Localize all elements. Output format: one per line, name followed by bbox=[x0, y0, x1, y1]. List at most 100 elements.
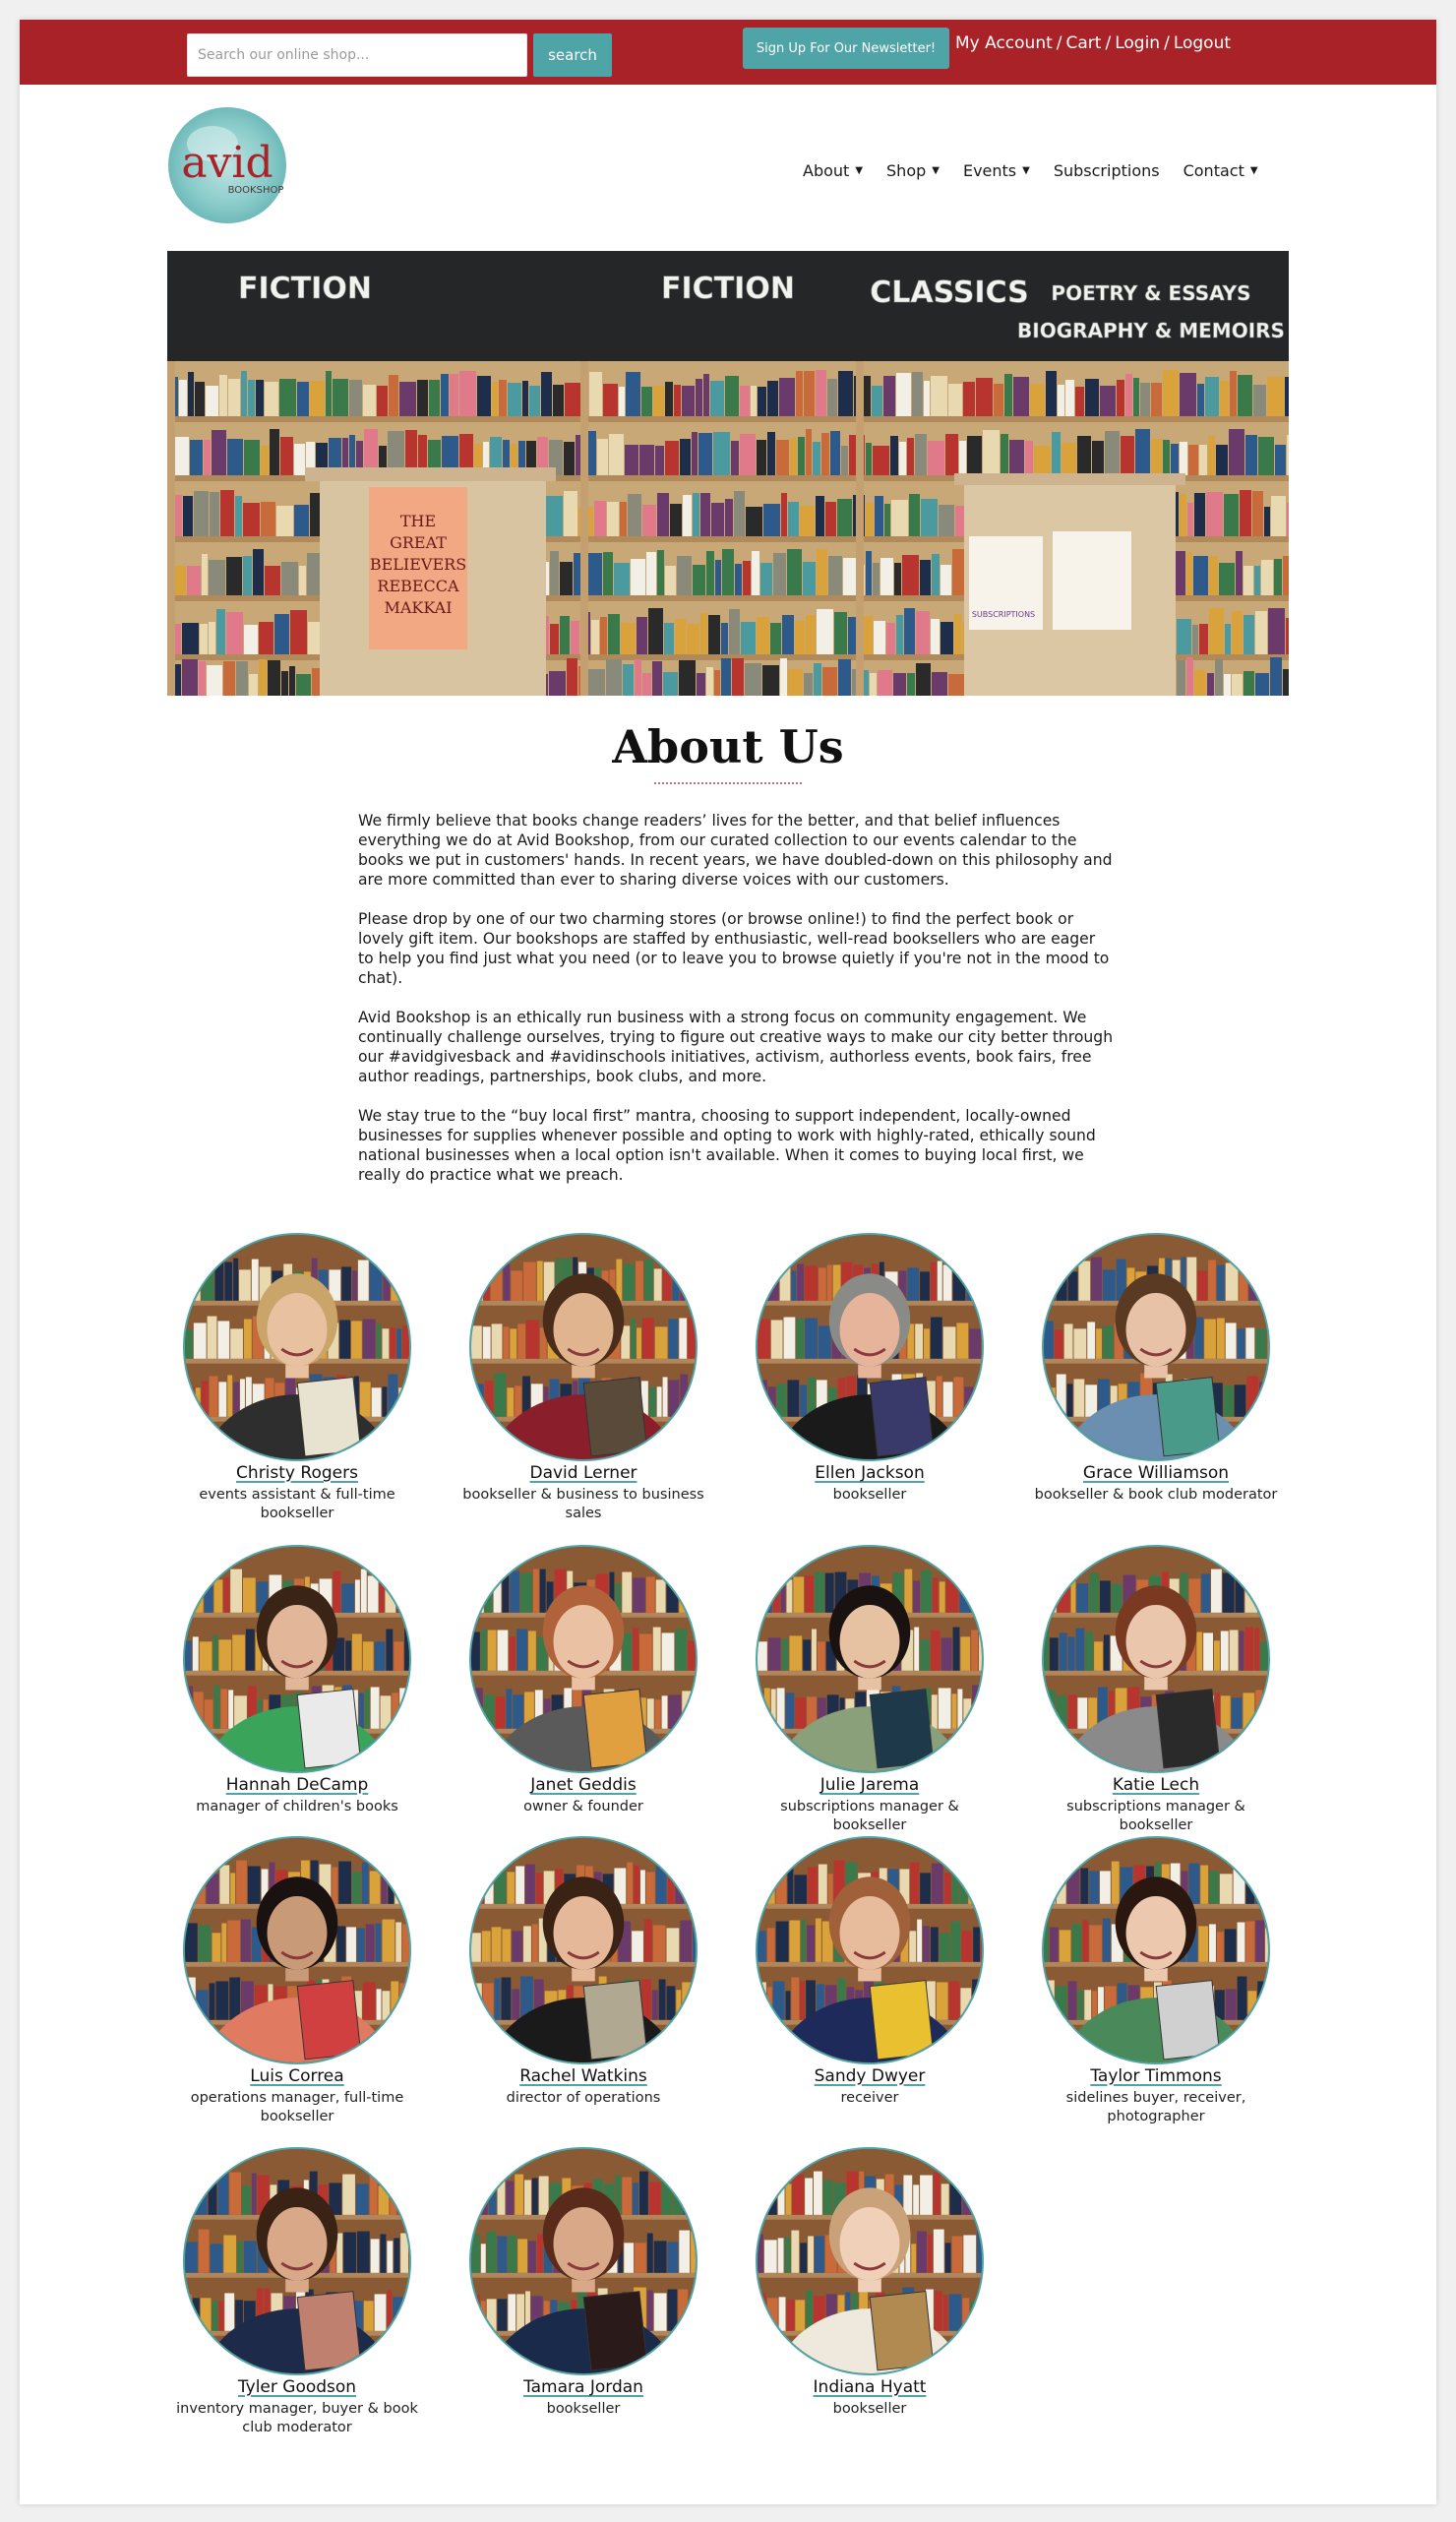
staff-photo[interactable] bbox=[469, 2147, 698, 2375]
staff-portrait bbox=[185, 2149, 409, 2373]
staff-card: Luis Correa operations manager, full-time… bbox=[169, 1836, 425, 2126]
nav-subscriptions-label: Subscriptions bbox=[1053, 160, 1160, 180]
staff-card: Indiana Hyatt bookseller bbox=[742, 2147, 998, 2419]
staff-role: bookseller & book club moderator bbox=[1034, 1487, 1278, 1503]
staff-name-link[interactable]: Tyler Goodson bbox=[238, 2377, 356, 2397]
staff-name-link[interactable]: David Lerner bbox=[529, 1463, 637, 1483]
staff-name-link[interactable]: Taylor Timmons bbox=[1090, 2066, 1221, 2086]
chevron-down-icon: ▼ bbox=[932, 164, 940, 176]
staff-photo[interactable] bbox=[756, 1836, 984, 2064]
nav-contact[interactable]: Contact ▼ bbox=[1183, 161, 1258, 180]
staff-name-link[interactable]: Indiana Hyatt bbox=[814, 2377, 927, 2397]
staff-role: subscriptions manager & bookseller bbox=[1066, 1799, 1245, 1833]
staff-card: Christy Rogers events assistant & full-ti… bbox=[169, 1233, 425, 1523]
avid-bookshop-logo[interactable]: avid BOOKSHOP bbox=[165, 104, 289, 226]
link-separator: / bbox=[1056, 33, 1062, 53]
svg-text:SUBSCRIPTIONS: SUBSCRIPTIONS bbox=[972, 610, 1035, 619]
staff-role: director of operations bbox=[506, 2090, 661, 2106]
staff-name-link[interactable]: Janet Geddis bbox=[530, 1775, 637, 1795]
staff-photo[interactable] bbox=[469, 1233, 698, 1461]
staff-photo[interactable] bbox=[183, 1233, 411, 1461]
nav-subscriptions[interactable]: Subscriptions bbox=[1054, 161, 1160, 180]
staff-name-link[interactable]: Tamara Jordan bbox=[523, 2377, 643, 2397]
link-separator: / bbox=[1164, 33, 1170, 53]
staff-photo[interactable] bbox=[756, 1545, 984, 1773]
search-input[interactable] bbox=[187, 33, 527, 77]
staff-name-link[interactable]: Grace Williamson bbox=[1083, 1463, 1229, 1483]
staff-portrait bbox=[758, 1547, 982, 1771]
staff-name-link[interactable]: Christy Rogers bbox=[236, 1463, 358, 1483]
staff-role: bookseller bbox=[832, 2401, 907, 2417]
staff-name-link[interactable]: Ellen Jackson bbox=[815, 1463, 924, 1483]
about-paragraph: We firmly believe that books change read… bbox=[358, 812, 1113, 889]
staff-portrait bbox=[471, 2149, 696, 2373]
nav-about-label: About bbox=[803, 160, 850, 180]
staff-name-link[interactable]: Sandy Dwyer bbox=[815, 2066, 926, 2086]
staff-role: subscriptions manager & bookseller bbox=[780, 1799, 959, 1833]
staff-photo[interactable] bbox=[183, 1545, 411, 1773]
staff-card: Rachel Watkins director of operations bbox=[455, 1836, 711, 2108]
staff-portrait bbox=[758, 1235, 982, 1459]
svg-text:MAKKAI: MAKKAI bbox=[384, 598, 452, 617]
staff-portrait bbox=[185, 1235, 409, 1459]
logout-link[interactable]: Logout bbox=[1174, 33, 1231, 53]
main-nav: About ▼ Shop ▼ Events ▼ Subscriptions Conta… bbox=[803, 157, 1258, 183]
newsletter-signup-button[interactable]: Sign Up For Our Newsletter! bbox=[743, 28, 949, 69]
staff-name-link[interactable]: Julie Jarema bbox=[820, 1775, 920, 1795]
staff-card: Ellen Jackson bookseller bbox=[742, 1233, 998, 1505]
about-text: We firmly believe that books change read… bbox=[358, 811, 1114, 1204]
staff-name-link[interactable]: Katie Lech bbox=[1113, 1775, 1199, 1795]
staff-role: receiver bbox=[840, 2090, 899, 2106]
login-link[interactable]: Login bbox=[1115, 33, 1160, 53]
staff-role: events assistant & full-time bookseller bbox=[199, 1487, 395, 1521]
staff-photo[interactable] bbox=[1042, 1545, 1270, 1773]
staff-photo[interactable] bbox=[469, 1545, 698, 1773]
about-paragraph: Please drop by one of our two charming s… bbox=[358, 910, 1110, 987]
staff-card: Sandy Dwyer receiver bbox=[742, 1836, 998, 2108]
staff-role: sidelines buyer, receiver, photographer bbox=[1065, 2090, 1246, 2124]
staff-portrait bbox=[185, 1838, 409, 2062]
staff-name-link[interactable]: Rachel Watkins bbox=[519, 2066, 647, 2086]
staff-portrait bbox=[471, 1547, 696, 1771]
staff-portrait bbox=[758, 2149, 982, 2373]
staff-role: inventory manager, buyer & book club mod… bbox=[176, 2401, 418, 2435]
staff-photo[interactable] bbox=[756, 1233, 984, 1461]
search-button[interactable]: search bbox=[533, 33, 612, 77]
title-divider bbox=[654, 782, 802, 784]
staff-photo[interactable] bbox=[183, 1836, 411, 2064]
staff-portrait bbox=[471, 1235, 696, 1459]
staff-card: Julie Jarema subscriptions manager & book… bbox=[742, 1545, 998, 1835]
staff-photo[interactable] bbox=[183, 2147, 411, 2375]
logo-subtitle: BOOKSHOP bbox=[228, 185, 284, 196]
about-paragraph: Avid Bookshop is an ethically run busine… bbox=[358, 1009, 1114, 1085]
staff-card: Katie Lech subscriptions manager & bookse… bbox=[1028, 1545, 1284, 1835]
staff-photo[interactable] bbox=[1042, 1836, 1270, 2064]
my-account-link[interactable]: My Account bbox=[955, 33, 1053, 53]
staff-role: bookseller bbox=[546, 2401, 621, 2417]
nav-shop-label: Shop bbox=[886, 160, 927, 180]
nav-shop[interactable]: Shop ▼ bbox=[886, 161, 940, 180]
logo-mark: avid BOOKSHOP bbox=[168, 107, 286, 223]
nav-contact-label: Contact bbox=[1183, 160, 1244, 180]
account-links: My Account / Cart / Login / Logout bbox=[955, 33, 1231, 57]
staff-photo[interactable] bbox=[469, 1836, 698, 2064]
staff-role: owner & founder bbox=[523, 1799, 643, 1815]
page-frame: search Sign Up For Our Newsletter! My Ac… bbox=[20, 20, 1436, 2504]
logo-word: avid bbox=[181, 138, 273, 188]
about-paragraph: We stay true to the “buy local first” ma… bbox=[358, 1107, 1096, 1184]
bookstore-shelves-illustration: FICTION FICTION CLASSICS POETRY & ESSAYS BIO… bbox=[167, 251, 1289, 696]
staff-photo[interactable] bbox=[1042, 1233, 1270, 1461]
staff-portrait bbox=[758, 1838, 982, 2062]
nav-about[interactable]: About ▼ bbox=[803, 161, 863, 180]
nav-events-label: Events bbox=[962, 160, 1017, 180]
staff-name-link[interactable]: Luis Correa bbox=[250, 2066, 343, 2086]
nav-events[interactable]: Events ▼ bbox=[963, 161, 1030, 180]
svg-text:GREAT: GREAT bbox=[390, 533, 447, 552]
staff-card: Grace Williamson bookseller & book club m… bbox=[1028, 1233, 1284, 1505]
staff-name-link[interactable]: Hannah DeCamp bbox=[226, 1775, 369, 1795]
staff-card: Hannah DeCamp manager of children's books bbox=[169, 1545, 425, 1816]
svg-text:POETRY & ESSAYS: POETRY & ESSAYS bbox=[1051, 281, 1250, 305]
staff-photo[interactable] bbox=[756, 2147, 984, 2375]
cart-link[interactable]: Cart bbox=[1066, 33, 1102, 53]
staff-portrait bbox=[1044, 1547, 1268, 1771]
